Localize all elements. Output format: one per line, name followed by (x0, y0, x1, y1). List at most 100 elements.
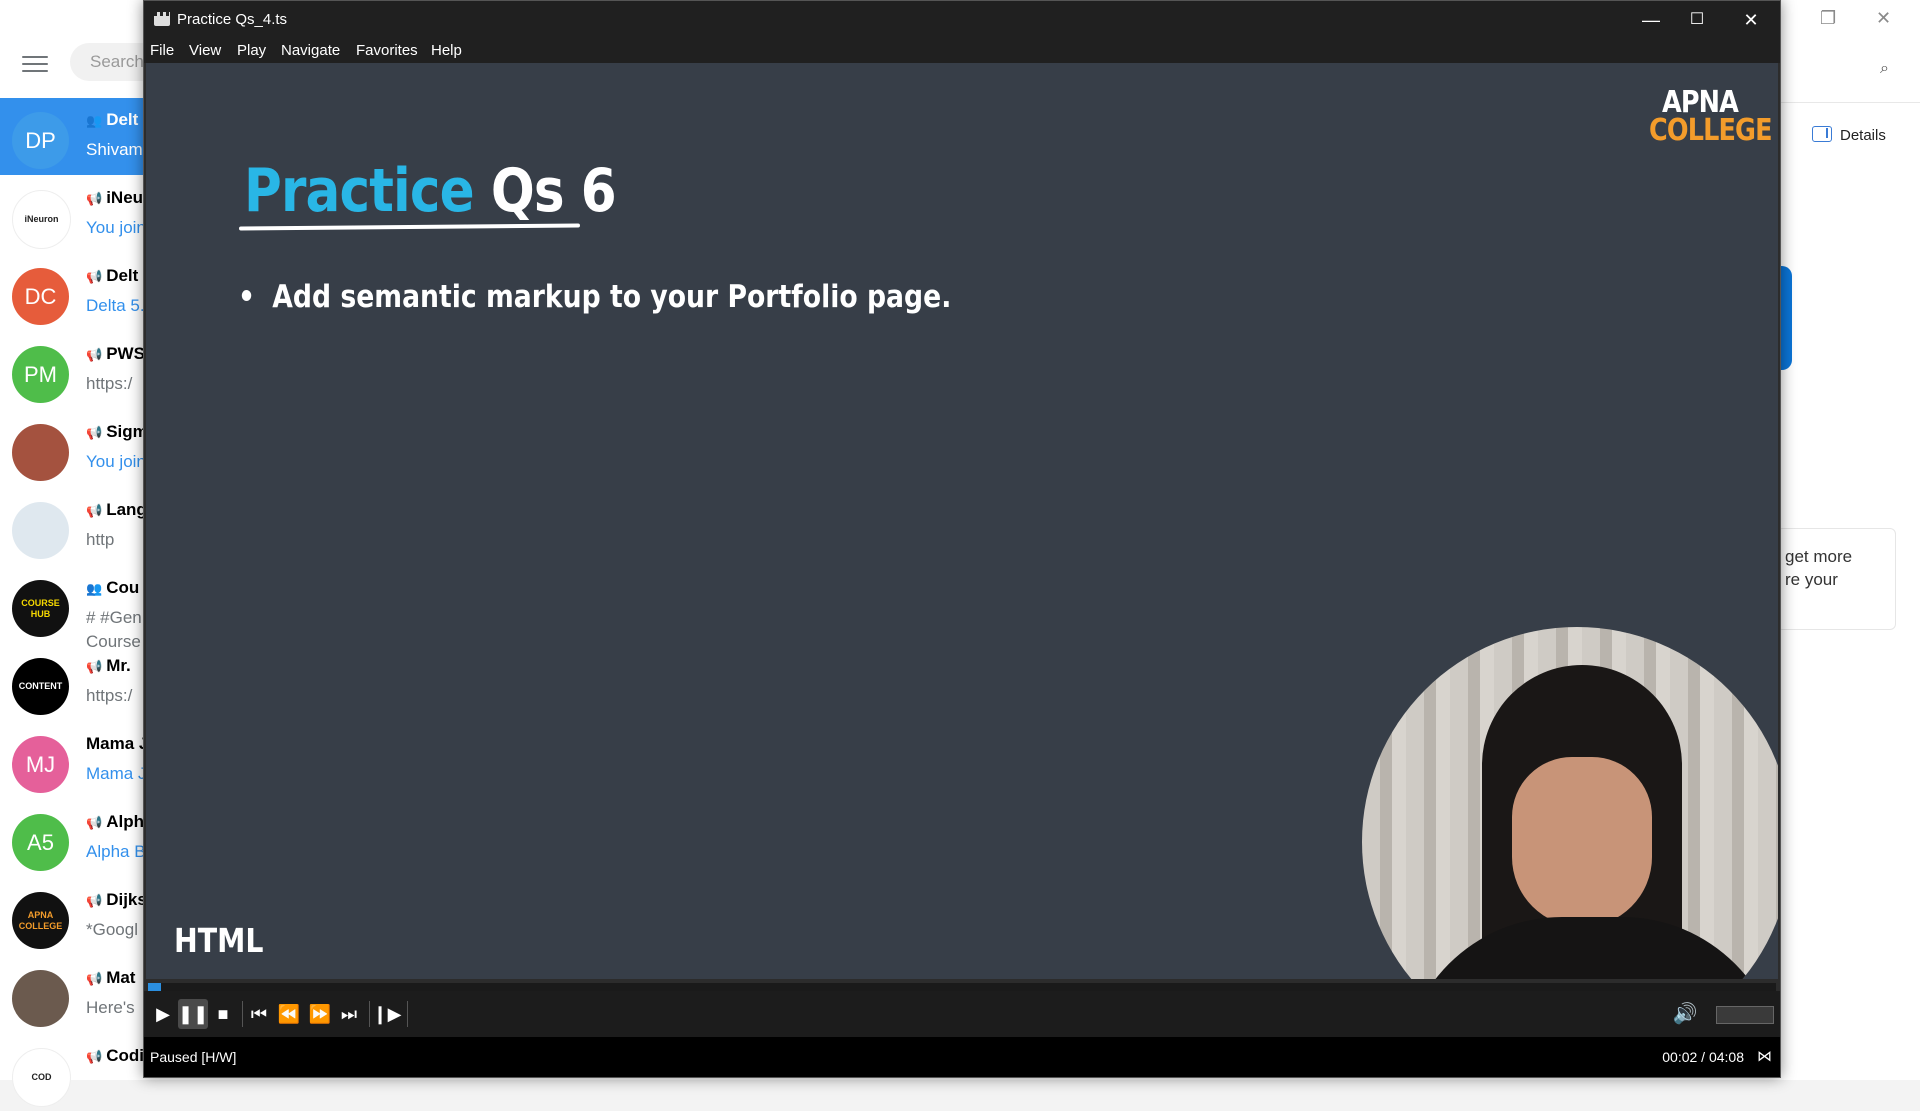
chat-title: 📢 PWS (86, 344, 145, 364)
menu-favorites[interactable]: Favorites (356, 42, 418, 59)
chat-list-item[interactable]: 📢 Sigm You join (0, 410, 148, 487)
speaker-icon[interactable]: 🔊 (1670, 999, 1700, 1029)
chat-list-item[interactable]: APNA COLLEGE 📢 Dijks *Googl (0, 878, 147, 955)
chat-list-item[interactable]: COD 📢 Codi (0, 1034, 145, 1111)
megaphone-icon: 📢 (86, 971, 103, 986)
search-icon[interactable]: ⌕ (1880, 60, 1889, 78)
sidebar-panel-icon (1812, 126, 1832, 142)
chat-list-item[interactable]: DC 📢 Delt Delta 5. (0, 254, 145, 331)
avatar: PM (12, 346, 69, 403)
chat-title: 📢 Alph (86, 812, 144, 832)
chat-title: 📢 Lang (86, 500, 147, 520)
chat-title-text: Mr. (106, 656, 131, 675)
close-button[interactable]: ✕ (1728, 7, 1774, 33)
frame-step-icon[interactable]: ❙▶ (372, 999, 402, 1029)
avatar: APNA COLLEGE (12, 892, 69, 949)
divider (1776, 102, 1920, 103)
window-title: Practice Qs_4.ts (177, 11, 288, 28)
megaphone-icon: 📢 (86, 1049, 103, 1064)
title-bar[interactable]: Practice Qs_4.ts — ☐ ✕ (144, 1, 1780, 39)
play-icon[interactable]: ▶ (148, 999, 178, 1029)
slide-title-part2: Qs 6 (490, 156, 617, 226)
hamburger-menu-icon[interactable] (22, 56, 48, 74)
maximize-button[interactable]: ☐ (1674, 7, 1720, 33)
previous-icon[interactable]: ⏮ (244, 999, 274, 1029)
minimize-button[interactable]: — (1628, 7, 1674, 33)
slide-title-part1: Practice (244, 156, 475, 226)
chat-title: 📢 Sigm (86, 422, 148, 442)
chat-title-text: iNeu (106, 188, 144, 207)
clapperboard-icon (154, 12, 170, 26)
chat-title: 📢 Delt (86, 266, 138, 286)
megaphone-icon: 📢 (86, 269, 103, 284)
details-label: Details (1840, 127, 1886, 144)
menu-play[interactable]: Play (237, 42, 266, 59)
chat-list-item[interactable]: A5 📢 Alph Alpha B (0, 800, 146, 877)
menu-navigate[interactable]: Navigate (281, 42, 340, 59)
video-area[interactable]: Practice Qs 6 Add semantic markup to you… (146, 63, 1778, 979)
status-bar: Paused [H/W] 00:02 / 04:08 ⋈ (144, 1037, 1780, 1077)
chat-list-item[interactable]: PM 📢 PWS https:/ (0, 332, 145, 409)
chat-preview: https:/ (86, 374, 133, 393)
avatar: MJ (12, 736, 69, 793)
stop-icon[interactable]: ■ (208, 999, 238, 1029)
chat-title-text: Alph (106, 812, 144, 831)
menu-view[interactable]: View (189, 42, 221, 59)
menu-file[interactable]: File (150, 42, 174, 59)
restore-icon[interactable]: ❐ (1820, 8, 1836, 29)
group-icon: 👥 (86, 581, 103, 596)
megaphone-icon: 📢 (86, 347, 103, 362)
topic-label: HTML (174, 921, 264, 960)
divider (407, 1001, 408, 1027)
avatar: A5 (12, 814, 69, 871)
chat-title-text: Dijks (106, 890, 147, 909)
avatar: DP (12, 112, 69, 169)
chat-list-item[interactable]: iNeuron 📢 iNeu You join (0, 176, 146, 253)
chat-list-item[interactable]: 📢 Lang http (0, 488, 147, 565)
slide-title: Practice Qs 6 (244, 156, 617, 226)
info-card: get more re your (1776, 528, 1896, 630)
avatar: DC (12, 268, 69, 325)
apna-college-logo: APNA COLLEGE (1640, 88, 1773, 148)
details-button[interactable]: Details (1812, 126, 1886, 144)
rewind-icon[interactable]: ⏪ (274, 999, 304, 1029)
chat-list-item[interactable]: MJ Mama J Mama J (0, 722, 148, 799)
chat-title-text: Sigm (106, 422, 148, 441)
chat-list-item[interactable]: DP 👥 Delt Shivam (0, 98, 145, 175)
presenter-body (1402, 917, 1778, 979)
chat-preview: You join (86, 452, 146, 471)
pause-icon[interactable]: ❚❚ (178, 999, 208, 1029)
chat-list-item[interactable]: COURSE HUB 👥 Cou # #Gen Course (0, 566, 145, 651)
chat-title: 📢 Codi (86, 1046, 144, 1066)
close-icon[interactable]: ✕ (1876, 8, 1891, 29)
next-icon[interactable]: ⏭ (334, 999, 364, 1029)
group-icon: 👥 (86, 113, 103, 128)
chat-preview: Delta 5. (86, 296, 145, 315)
megaphone-icon: 📢 (86, 659, 103, 674)
megaphone-icon: 📢 (86, 425, 103, 440)
chat-preview: You join (86, 218, 146, 237)
fast-forward-icon[interactable]: ⏩ (305, 999, 335, 1029)
chat-title-text: Mat (106, 968, 136, 987)
divider (369, 1001, 370, 1027)
chat-preview: https:/ (86, 686, 133, 705)
chat-title: 📢 Mr. (86, 656, 131, 676)
media-player-window: Practice Qs_4.ts — ☐ ✕ File View Play Na… (143, 0, 1781, 1078)
chat-title-text: Lang (106, 500, 147, 519)
chat-title: Mama J (86, 734, 148, 754)
chat-list-item[interactable]: 📢 Mat Here's (0, 956, 145, 1033)
seek-bar[interactable] (148, 983, 1776, 991)
logo-line-2: COLLEGE (1649, 113, 1773, 148)
menu-help[interactable]: Help (431, 42, 462, 59)
hw-decoder-icon: ⋈ (1757, 1048, 1772, 1065)
chat-title: 📢 iNeu (86, 188, 143, 208)
volume-slider[interactable] (1716, 1006, 1774, 1024)
chat-preview: Mama J (86, 764, 147, 783)
chat-preview: # #Gen (86, 608, 142, 627)
chat-list-item[interactable]: CONTENT 📢 Mr. https:/ (0, 644, 145, 721)
chat-title: 👥 Cou (86, 578, 139, 598)
chat-preview: Here's (86, 998, 135, 1017)
chat-sidebar: Search DP 👥 Delt Shivam iNeuron 📢 iNeu You join… (0, 0, 180, 1107)
chat-preview: Alpha B (86, 842, 146, 861)
time-readout: 00:02 / 04:08 (1662, 1049, 1744, 1065)
